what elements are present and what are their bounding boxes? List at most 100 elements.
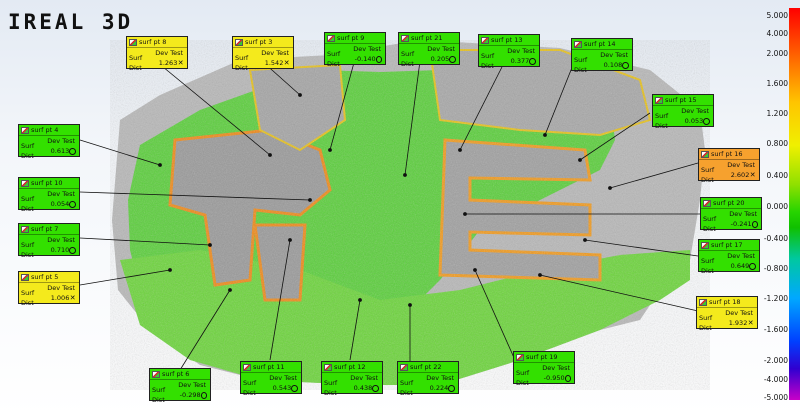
measure-point-icon [401, 34, 409, 42]
pass-circle-icon [448, 384, 455, 392]
measure-point-icon [516, 353, 524, 361]
callout-surf-pt-9[interactable]: surf pt 9 Dev Test Surf Dist -0.140 [324, 32, 386, 68]
color-scale-tick: 1.200 [766, 109, 788, 118]
color-scale-tick: 2.000 [766, 49, 788, 58]
callout-dist-value: 0.108 [603, 61, 623, 69]
pass-circle-icon [529, 57, 536, 65]
measure-point-icon [324, 363, 332, 371]
callout-dist-row: Surf Dist 0.205 [399, 50, 459, 68]
callout-header: surf pt 10 [19, 178, 79, 189]
callout-dist-row: Surf Dist 0.438 [322, 379, 382, 397]
pass-circle-icon [69, 246, 76, 254]
color-scale-tick: -0.800 [763, 264, 788, 273]
measure-point-icon [21, 126, 29, 134]
green-deviation-region [128, 62, 615, 350]
callout-dist-label: Surf Dist [327, 50, 341, 68]
measure-point-icon [574, 40, 582, 48]
callout-point-name: surf pt 5 [31, 273, 59, 281]
deviation-color-scale [789, 8, 800, 400]
callout-dist-row: Surf Dist 0.108 [572, 56, 632, 74]
callout-dist-row: Surf Dist 1.006 [19, 289, 79, 307]
callout-point-name: surf pt 22 [410, 363, 442, 371]
callout-surf-pt-3[interactable]: surf pt 3 Dev Test Surf Dist 1.542 [232, 36, 294, 72]
color-scale-tick: -1.200 [763, 294, 788, 303]
callout-header: surf pt 12 [322, 362, 382, 373]
callout-dist-label: Surf Dist [699, 314, 713, 332]
color-scale-ticks: 5.000 4.000 2.000 1.600 1.200 0.800 0.400 0.000… [744, 0, 789, 416]
callout-header: surf pt 19 [514, 352, 574, 363]
callout-header: surf pt 13 [479, 35, 539, 46]
callout-point-name: surf pt 11 [253, 363, 285, 371]
callout-surf-pt-7[interactable]: surf pt 7 Dev Test Surf Dist 0.710 [18, 223, 80, 259]
callout-surf-pt-8[interactable]: surf pt 8 Dev Test Surf Dist 1.263 [126, 36, 188, 72]
callout-dist-label: Surf Dist [401, 50, 415, 68]
callout-dist-label: Surf Dist [574, 56, 588, 74]
callout-surf-pt-13[interactable]: surf pt 13 Dev Test Surf Dist 0.377 [478, 34, 540, 70]
callout-point-name: surf pt 13 [491, 36, 523, 44]
pass-circle-icon [200, 391, 207, 399]
callout-header: surf pt 4 [19, 125, 79, 136]
callout-dist-value: 0.053 [684, 117, 704, 125]
callout-header: surf pt 11 [241, 362, 301, 373]
measure-point-icon [21, 225, 29, 233]
color-scale-tick: -4.000 [763, 375, 788, 384]
callout-surf-pt-19[interactable]: surf pt 19 Dev Test Surf Dist -0.950 [513, 351, 575, 387]
gray-scan-mesh [112, 40, 705, 385]
callout-header: surf pt 15 [653, 95, 713, 106]
callout-header: surf pt 6 [150, 369, 210, 380]
pass-circle-icon [564, 374, 571, 382]
callout-dist-value: 0.543 [272, 384, 292, 392]
callout-point-name: surf pt 15 [665, 96, 697, 104]
callout-point-name: surf pt 20 [713, 199, 745, 207]
callout-dist-row: Surf Dist 1.542 [233, 54, 293, 72]
callout-surf-pt-12[interactable]: surf pt 12 Dev Test Surf Dist 0.438 [321, 361, 383, 397]
callout-dist-value: -0.140 [354, 55, 376, 63]
color-scale-tick: 0.400 [766, 171, 788, 180]
callout-surf-pt-11[interactable]: surf pt 11 Dev Test Surf Dist 0.543 [240, 361, 302, 397]
callout-point-name: surf pt 3 [245, 38, 273, 46]
callout-surf-pt-15[interactable]: surf pt 15 Dev Test Surf Dist 0.053 [652, 94, 714, 130]
callout-dist-value: 0.438 [353, 384, 373, 392]
pass-circle-icon [69, 200, 76, 208]
color-scale-tick: 0.800 [766, 139, 788, 148]
callout-point-name: surf pt 8 [139, 38, 167, 46]
color-scale-tick: 1.600 [766, 79, 788, 88]
callout-point-name: surf pt 17 [711, 241, 743, 249]
callout-surf-pt-21[interactable]: surf pt 21 Dev Test Surf Dist 0.205 [398, 32, 460, 68]
callout-dist-row: Surf Dist -0.140 [325, 50, 385, 68]
callout-dist-value: 0.377 [510, 57, 530, 65]
callout-dist-label: Surf Dist [21, 241, 35, 259]
color-scale-tick: 0.000 [766, 202, 788, 211]
callout-dist-value: 0.613 [50, 147, 70, 155]
callout-header: surf pt 8 [127, 37, 187, 48]
callout-header: surf pt 9 [325, 33, 385, 44]
color-scale-tick: 4.000 [766, 29, 788, 38]
callout-dist-label: Surf Dist [152, 386, 166, 404]
callout-dist-value: 0.205 [430, 55, 450, 63]
callout-dist-row: Surf Dist 1.263 [127, 54, 187, 72]
callout-header: surf pt 5 [19, 272, 79, 283]
callout-surf-pt-10[interactable]: surf pt 10 Dev Test Surf Dist 0.054 [18, 177, 80, 213]
callout-point-name: surf pt 7 [31, 225, 59, 233]
callout-dist-label: Surf Dist [703, 215, 717, 233]
callout-surf-pt-22[interactable]: surf pt 22 Dev Test Surf Dist 0.224 [397, 361, 459, 397]
callout-header: surf pt 14 [572, 39, 632, 50]
upper-left-plate [248, 63, 347, 152]
callout-header: surf pt 3 [233, 37, 293, 48]
measure-point-icon [400, 363, 408, 371]
callout-surf-pt-6[interactable]: surf pt 6 Dev Test Surf Dist -0.298 [149, 368, 211, 404]
pass-circle-icon [449, 55, 456, 63]
callout-dist-row: Surf Dist 0.613 [19, 142, 79, 160]
callout-surf-pt-5[interactable]: surf pt 5 Dev Test Surf Dist 1.006 [18, 271, 80, 307]
measure-point-icon [21, 179, 29, 187]
callout-header: surf pt 7 [19, 224, 79, 235]
callout-surf-pt-14[interactable]: surf pt 14 Dev Test Surf Dist 0.108 [571, 38, 633, 74]
callout-dist-value: 0.710 [50, 246, 70, 254]
callout-dist-label: Surf Dist [481, 52, 495, 70]
callout-point-name: surf pt 4 [31, 126, 59, 134]
callout-dist-value: 1.263 [158, 59, 178, 67]
pass-circle-icon [703, 117, 710, 125]
callout-surf-pt-4[interactable]: surf pt 4 Dev Test Surf Dist 0.613 [18, 124, 80, 160]
color-scale-tick: 5.000 [766, 11, 788, 20]
callout-dist-value: -0.298 [179, 391, 201, 399]
